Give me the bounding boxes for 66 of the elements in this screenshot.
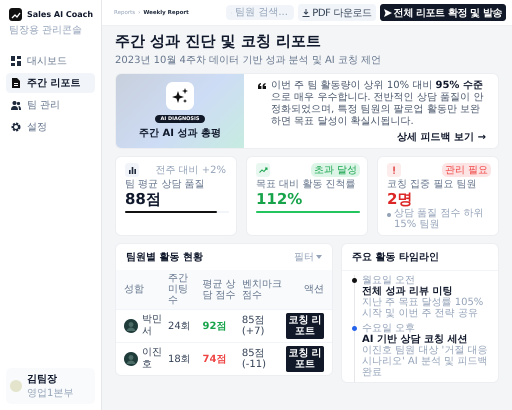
sparkle-glyph-icon (172, 88, 188, 104)
caret-icon (316, 255, 322, 259)
send-report-button[interactable]: 전체 리포트 확정 및 발송 (380, 4, 506, 21)
coaching-report-button[interactable]: 코칭 리포트 (286, 313, 324, 339)
column-header: 벤치마크 점수 (240, 270, 284, 310)
trend-tag: 초과 달성 (310, 163, 360, 177)
trend-icon (258, 166, 268, 174)
event-description: 이진호 팀원 대상 '거절 대응 시나리오' AI 분석 및 피드백 완료 (362, 345, 488, 378)
trend-tag: 관리 필요 (442, 163, 491, 177)
info-dot-icon (387, 213, 391, 217)
avatar (124, 352, 138, 366)
trend-tag: 전주 대비 +2% (152, 163, 229, 177)
card-title: 주요 활동 타임라인 (342, 244, 498, 271)
feedback-link[interactable]: 상세 피드백 보기 → (397, 130, 486, 144)
score-cell: 74점 (200, 342, 240, 375)
score-cell: 92점 (200, 310, 240, 342)
page-title: 주간 성과 진단 및 코칭 리포트 (115, 32, 322, 51)
stat-label: 목표 대비 활동 진척률 (256, 179, 357, 190)
search-field[interactable]: 팀원 검색... (226, 5, 294, 20)
chart-icon (10, 10, 20, 18)
page-subtitle: 2023년 10월 4주차 데이터 기반 성과 분석 및 AI 코칭 제언 (115, 54, 382, 67)
grid-icon (11, 56, 21, 66)
stat-label: 팀 평균 상담 품질 (125, 179, 206, 190)
user-team: 영업1본부 (27, 387, 74, 400)
download-icon (302, 8, 310, 16)
nav-item[interactable]: 설정 (6, 117, 95, 137)
event-time: 월요일 오전 (362, 275, 416, 286)
stat-note: 상담 품질 점수 하위 15% 팀원 (394, 209, 485, 230)
event-time: 수요일 오후 (362, 323, 416, 334)
summary-text: 이번 주 팀 활동량이 상위 10% 대비 95% 수준으로 매우 우수합니다. 전반적인 상담 품질이 안정화되었으며, 특정 팀원의 팔로업 활동만 보완하면 목표 달성이 확실시됩니다. (271, 80, 484, 128)
column-header: 액션 (284, 270, 332, 310)
stat-value: 88점 (125, 190, 162, 207)
column-header: 평균 상담 점수 (200, 270, 240, 310)
nav-item[interactable]: 주간 리포트 (6, 73, 95, 93)
table-cell: 24회 (166, 310, 201, 342)
avatar (124, 319, 138, 333)
user-card[interactable]: 김팀장 영업1본부 (6, 368, 95, 404)
stat-value: 112% (256, 190, 304, 207)
stat-value: 2명 (387, 190, 414, 207)
column-header: 주간 미팅 수 (166, 270, 201, 310)
app-subtitle: 팀장용 관리콘솔 (8, 24, 84, 37)
nav-item[interactable]: 대시보드 (6, 51, 95, 71)
member-name: 박민서 (142, 314, 163, 338)
event-title: 전체 성과 리뷰 미팅 (362, 286, 454, 297)
document-icon (11, 78, 21, 88)
bar-chart-icon (128, 166, 136, 174)
member-name: 이진호 (142, 347, 163, 371)
settings-icon (11, 122, 21, 132)
coaching-report-button[interactable]: 코칭 리포트 (286, 346, 324, 372)
column-header: 성함 (116, 270, 166, 310)
summary-title: 주간 AI 성과 총평 (139, 127, 221, 140)
send-icon (384, 8, 392, 16)
table-cell: 85점 (-11) (240, 342, 284, 375)
app-name: Sales AI Coach (27, 10, 94, 19)
table-cell: 85점 (+7) (240, 310, 284, 342)
card-title: 팀원별 활동 현황 (126, 251, 203, 264)
pdf-download-button[interactable]: PDF 다운로드 (298, 4, 376, 21)
event-description: 지난 주 목표 달성률 105% 시작 및 이번 주 전략 공유 (362, 297, 484, 319)
table-cell: 18회 (166, 342, 201, 375)
nav-item[interactable]: 팀 관리 (6, 95, 95, 115)
event-title: AI 기반 상담 코칭 세션 (362, 334, 468, 345)
user-name: 김팀장 (27, 373, 58, 386)
quote-icon (258, 83, 266, 89)
avatar (10, 380, 22, 392)
stat-label: 코칭 집중 필요 팀원 (387, 179, 478, 190)
users-icon (11, 100, 21, 110)
